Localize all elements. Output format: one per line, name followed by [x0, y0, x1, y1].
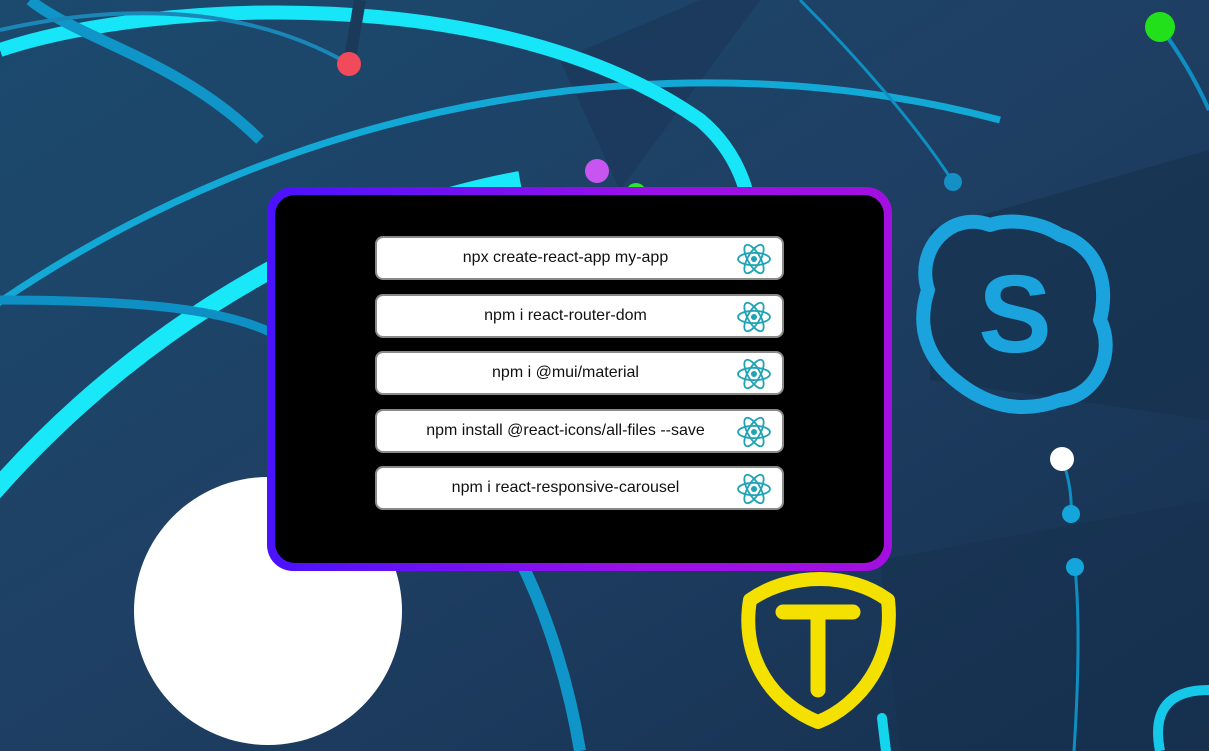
- orbit-ring: [877, 713, 891, 751]
- planet-dot: [1066, 558, 1084, 576]
- react-icon: [737, 416, 771, 447]
- command-item[interactable]: npm i react-router-dom: [375, 293, 784, 338]
- command-text: npm i react-router-dom: [484, 306, 647, 324]
- command-text: npm install @react-icons/all-files --sav…: [426, 421, 705, 439]
- planet-dot: [1062, 505, 1080, 523]
- planet-dot: [1145, 12, 1175, 42]
- planet-dot: [1050, 447, 1074, 471]
- command-card-frame: npx create-react-app my-app npm i react-…: [267, 187, 892, 571]
- command-item[interactable]: npm i react-responsive-carousel: [375, 466, 784, 510]
- command-text: npm i @mui/material: [492, 364, 639, 381]
- command-text: npm i react-responsive-carousel: [451, 479, 680, 496]
- react-icon: [737, 358, 771, 390]
- command-list: npx create-react-app my-app npm i react-…: [375, 236, 784, 524]
- planet-dot: [585, 159, 609, 183]
- skype-letter: S: [978, 253, 1051, 376]
- react-icon: [737, 301, 771, 332]
- planet-dot: [337, 52, 361, 76]
- react-icon: [737, 243, 771, 275]
- command-item[interactable]: npx create-react-app my-app: [375, 236, 784, 280]
- command-text: npx create-react-app my-app: [462, 249, 669, 266]
- react-icon: [737, 473, 771, 505]
- command-item[interactable]: npm install @react-icons/all-files --sav…: [375, 408, 784, 453]
- planet-dot: [944, 173, 962, 191]
- command-card: npx create-react-app my-app npm i react-…: [275, 195, 884, 563]
- command-item[interactable]: npm i @mui/material: [375, 351, 784, 395]
